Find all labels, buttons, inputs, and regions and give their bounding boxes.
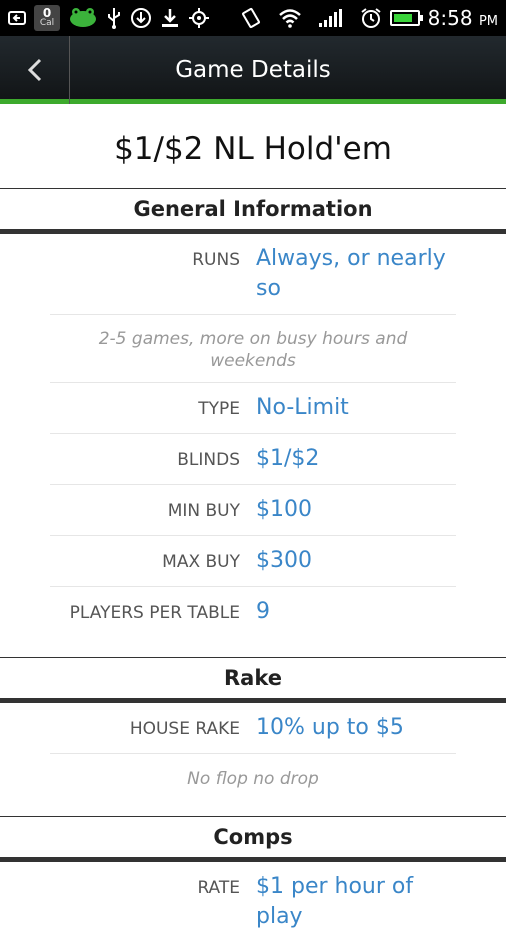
download-circle-icon — [130, 5, 152, 31]
detail-row-players-per-table: PLAYERS PER TABLE 9 — [50, 587, 456, 637]
calendar-badge-count: 0 — [42, 6, 52, 20]
runs-label: RUNS — [192, 250, 240, 270]
house-rake-label: HOUSE RAKE — [129, 719, 240, 739]
min-buy-label: MIN BUY — [167, 501, 240, 521]
min-buy-value: $100 — [256, 497, 312, 522]
wifi-icon — [278, 5, 302, 31]
usb-debug-icon — [8, 5, 26, 31]
runs-note: 2-5 games, more on busy hours and weeken… — [50, 315, 456, 383]
section-header-comps: Comps — [0, 816, 506, 862]
house-rake-value: 10% up to $5 — [256, 715, 404, 740]
status-bar: 0 Cal 8:58 PM — [0, 0, 506, 36]
type-value: No-Limit — [256, 395, 349, 420]
detail-row-rate: RATE $1 per hour of play — [50, 862, 456, 942]
battery-icon — [389, 10, 423, 26]
clock-ampm: PM — [478, 14, 498, 29]
section-header-general: General Information — [0, 188, 506, 234]
max-buy-label: MAX BUY — [162, 552, 240, 572]
calendar-notification-icon: 0 Cal — [34, 5, 60, 31]
blinds-label: BLINDS — [177, 450, 240, 470]
detail-row-blinds: BLINDS $1/$2 — [50, 434, 456, 485]
game-title: $1/$2 NL Hold'em — [114, 130, 392, 167]
page-title: Game Details — [175, 57, 331, 83]
detail-row-house-rake: HOUSE RAKE 10% up to $5 — [50, 703, 456, 754]
game-details-content: $1/$2 NL Hold'em General Information RUN… — [0, 109, 506, 942]
section-header-rake: Rake — [0, 657, 506, 703]
players-per-table-value: 9 — [256, 599, 270, 624]
blinds-value: $1/$2 — [256, 446, 320, 471]
house-rake-note: No flop no drop — [187, 769, 319, 789]
vibrate-icon — [240, 5, 262, 31]
download-icon — [160, 5, 180, 31]
status-clock: 8:58 PM — [428, 6, 498, 30]
frog-app-icon — [68, 5, 98, 31]
app-title-bar: Game Details — [0, 36, 506, 104]
section-comps: RATE $1 per hour of play — [0, 862, 506, 942]
section-rake: HOUSE RAKE 10% up to $5 No flop no drop — [0, 703, 506, 816]
max-buy-value: $300 — [256, 548, 312, 573]
detail-row-min-buy: MIN BUY $100 — [50, 485, 456, 536]
type-label: TYPE — [198, 399, 240, 419]
rate-value: $1 per hour of play — [256, 874, 414, 929]
signal-icon — [318, 5, 344, 31]
players-per-table-label: PLAYERS PER TABLE — [69, 603, 240, 623]
detail-row-type: TYPE No-Limit — [50, 383, 456, 434]
calendar-badge-label: Cal — [39, 18, 55, 28]
alarm-icon — [360, 5, 382, 31]
gps-icon — [188, 5, 210, 31]
rate-label: RATE — [197, 878, 240, 898]
detail-row-runs: RUNS Always, or nearly so — [50, 234, 456, 315]
runs-value: Always, or nearly so — [256, 246, 446, 301]
usb-icon — [106, 5, 122, 31]
section-general: RUNS Always, or nearly so 2-5 games, mor… — [0, 234, 506, 657]
detail-row-max-buy: MAX BUY $300 — [50, 536, 456, 587]
clock-time: 8:58 — [427, 6, 473, 30]
